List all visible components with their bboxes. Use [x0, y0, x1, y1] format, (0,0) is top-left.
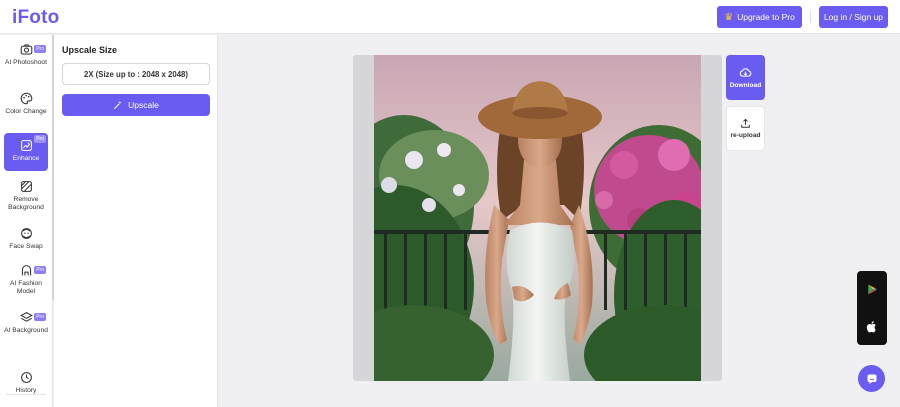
ifoto-logo[interactable]: iFoto — [12, 7, 59, 29]
sidebar-item-enhance[interactable]: Pro Enhance — [4, 133, 48, 171]
pro-badge: Pro — [34, 45, 46, 53]
upscale-label: Upscale — [128, 100, 159, 110]
upscale-panel: Upscale Size 2X (Size up to : 2048 x 204… — [54, 35, 218, 407]
sidebar-item-label: AI Background — [4, 327, 48, 334]
face-swap-icon — [20, 228, 32, 239]
sidebar-item-remove-background[interactable]: Remove Background — [4, 180, 48, 216]
cloud-download-icon — [739, 68, 752, 77]
fashion-model-icon — [21, 265, 31, 276]
sidebar-item-ai-photoshoot[interactable]: Pro AI Photoshoot — [4, 43, 48, 83]
remove-bg-icon — [20, 181, 32, 192]
sidebar-item-label: Face Swap — [9, 243, 43, 250]
login-signup-button[interactable]: Log in / Sign up — [819, 6, 888, 28]
camera-icon — [20, 44, 32, 55]
sidebar-item-label: AI Photoshoot — [4, 59, 47, 66]
download-label: Download — [729, 82, 762, 89]
upgrade-to-pro-button[interactable]: ♛ Upgrade to Pro — [717, 6, 802, 28]
google-play-icon[interactable] — [866, 283, 878, 296]
sidebar-item-label: Color Change — [5, 108, 47, 115]
image-canvas — [353, 55, 722, 381]
pro-badge: Pro — [34, 266, 46, 274]
app-store-links — [857, 271, 887, 345]
sidebar-item-ai-background[interactable]: Pro AI Background — [4, 311, 48, 351]
crown-icon: ♛ — [724, 11, 734, 23]
apple-icon[interactable] — [866, 320, 878, 333]
chat-support-button[interactable] — [858, 365, 885, 392]
sidebar-item-ai-fashion-model[interactable]: Pro AI Fashion Model — [4, 264, 48, 304]
uploaded-photo — [374, 55, 701, 381]
reupload-label: re-upload — [730, 132, 761, 139]
palette-icon — [20, 92, 32, 105]
upgrade-label: Upgrade to Pro — [737, 12, 795, 22]
header-divider — [810, 11, 811, 23]
sidebar-item-color-change[interactable]: Color Change — [4, 92, 48, 128]
upscale-size-option[interactable]: 2X (Size up to : 2048 x 2048) — [62, 63, 210, 85]
photo-illustration — [374, 55, 701, 381]
magic-wand-icon — [114, 100, 122, 110]
sidebar-item-history[interactable]: History — [4, 371, 48, 401]
sidebar-item-face-swap[interactable]: Face Swap — [4, 227, 48, 257]
chat-icon — [867, 374, 876, 384]
sidebar-item-label: History — [15, 387, 37, 394]
pro-badge: Pro — [34, 313, 46, 321]
sidebar-item-label: AI Fashion Model — [10, 280, 42, 295]
reupload-button[interactable]: re-upload — [726, 106, 765, 151]
enhance-icon — [20, 140, 32, 151]
download-button[interactable]: Download — [726, 55, 765, 100]
panel-title: Upscale Size — [62, 45, 118, 55]
sidebar-item-label: Enhance — [12, 155, 40, 162]
tool-sidebar: Pro AI Photoshoot Color Change Pro Enhan… — [0, 35, 53, 407]
sidebar-item-label: Remove Background — [8, 196, 44, 211]
upload-icon — [741, 118, 750, 128]
layers-icon — [19, 312, 33, 322]
top-header: iFoto ♛ Upgrade to Pro Log in / Sign up — [0, 0, 900, 34]
clock-icon — [20, 372, 32, 383]
pro-badge: Pro — [34, 135, 46, 143]
upscale-button[interactable]: Upscale — [62, 94, 210, 116]
